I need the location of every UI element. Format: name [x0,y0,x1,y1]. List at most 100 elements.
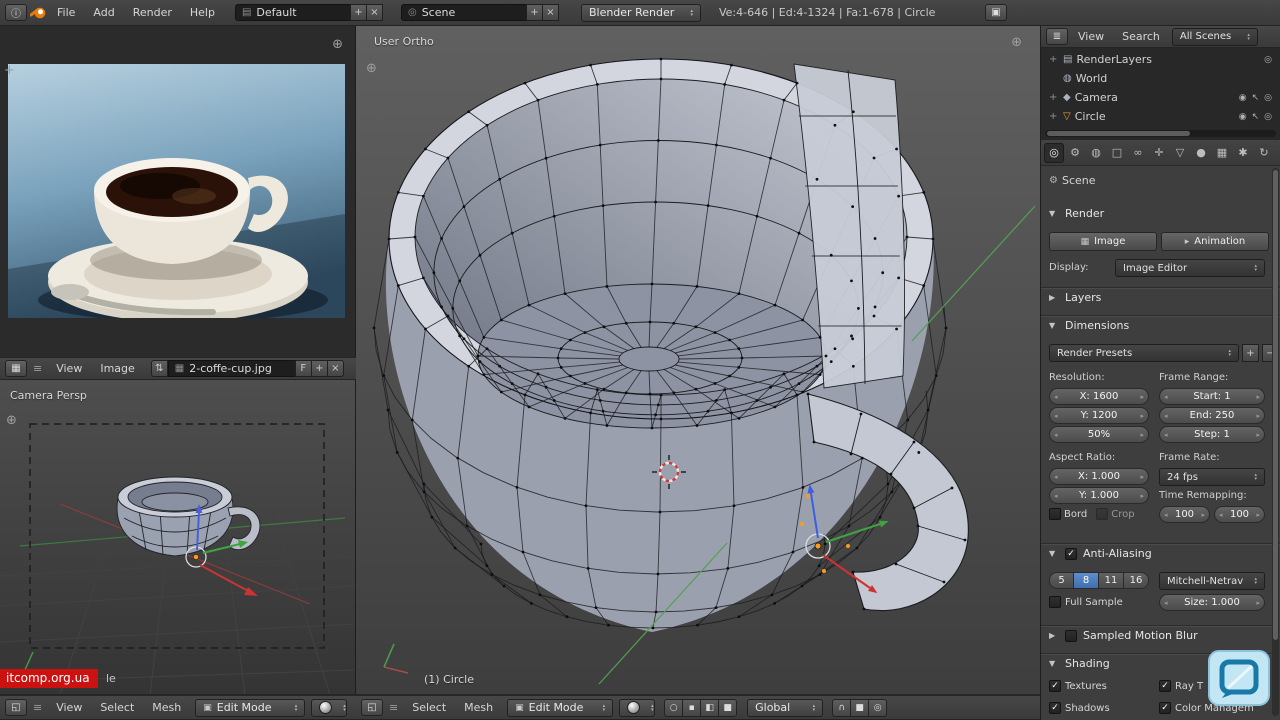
viewport-shading-dropdown[interactable] [619,698,656,717]
render-engine-dropdown[interactable]: Blender Render [580,3,701,22]
outliner-row-renderlayers[interactable]: + ▤ RenderLayers ◎ [1041,50,1280,69]
header-collapse-icon[interactable]: ≡ [385,699,402,716]
add-preset-button[interactable]: + [1242,344,1259,362]
tab-particles[interactable]: ✱ [1233,143,1253,163]
fps-dropdown[interactable]: 24 fps [1159,468,1265,486]
render-preview-button[interactable]: ◎ [868,698,888,717]
resolution-y-field[interactable]: Y: 1200 [1049,407,1149,424]
outliner-row-camera[interactable]: + ◆ Camera ◉ ↖ ◎ [1041,88,1280,107]
face-select-button[interactable]: ■ [718,698,738,717]
proportional-editing-button[interactable]: ○ [664,698,684,717]
panel-header-antialiasing[interactable]: ▼ Anti-Aliasing [1041,544,1280,562]
resolution-x-field[interactable]: X: 1600 [1049,388,1149,405]
header-collapse-icon[interactable]: ≡ [29,699,46,716]
delete-layout-button[interactable]: × [365,4,383,21]
panel-header-dimensions[interactable]: ▼ Dimensions [1041,316,1280,334]
border-checkbox[interactable] [1049,508,1061,520]
display-mode-dropdown[interactable]: All Scenes [1171,27,1258,46]
panel-header-render[interactable]: ▼ Render [1041,204,1280,222]
aa-size-field[interactable]: Size: 1.000 [1159,594,1265,611]
aspect-x-field[interactable]: X: 1.000 [1049,468,1149,485]
tab-material[interactable]: ● [1191,143,1211,163]
fake-user-button[interactable]: F [294,360,312,377]
unlink-image-button[interactable]: × [326,360,344,377]
full-sample-checkbox[interactable] [1049,596,1061,608]
menu-search[interactable]: Search [1114,28,1168,45]
editor-type-button-image[interactable]: ▦ [5,360,27,377]
add-image-button[interactable]: + [310,360,328,377]
tab-scene[interactable]: ⚙ [1065,143,1085,163]
remap-new-field[interactable]: 100 [1214,506,1265,523]
color-management-checkbox[interactable] [1159,702,1171,714]
outliner-row-circle[interactable]: + ▽ Circle ◉ ↖ ◎ [1041,107,1280,126]
image-name-field[interactable]: ▦ 2-coffe-cup.jpg [167,360,296,377]
add-scene-button[interactable]: + [525,4,543,21]
motion-blur-checkbox[interactable] [1065,629,1077,642]
frame-step-field[interactable]: Step: 1 [1159,426,1265,443]
main-viewport-canvas[interactable] [356,26,1040,695]
render-toggle-icon[interactable]: ◎ [1264,112,1272,122]
tab-render[interactable]: ◎ [1044,142,1064,163]
panel-header-layers[interactable]: ▶ Layers [1041,288,1280,306]
header-collapse-icon[interactable]: ≡ [29,360,46,377]
delete-scene-button[interactable]: × [541,4,559,21]
render-animation-button[interactable]: ▸ Animation [1161,232,1269,251]
expand-icon[interactable]: + [1049,111,1059,122]
scrollbar-thumb[interactable] [1273,170,1278,640]
ray-tracing-checkbox[interactable] [1159,680,1171,692]
tab-constraints[interactable]: ∞ [1128,143,1148,163]
menu-view[interactable]: View [48,699,90,716]
selectability-icon[interactable]: ↖ [1252,93,1260,103]
aa-filter-dropdown[interactable]: Mitchell-Netrav [1159,572,1265,590]
aa-samples-16-button[interactable]: 16 [1124,572,1149,589]
aa-samples-11-button[interactable]: 11 [1099,572,1124,589]
tab-texture[interactable]: ▦ [1212,143,1232,163]
scene-selector[interactable]: ◎ Scene [400,4,527,21]
main-viewport-area[interactable]: User Ortho ⊕ ⊕ (1) Circle [356,26,1040,695]
frame-start-field[interactable]: Start: 1 [1159,388,1265,405]
occlude-geometry-button[interactable]: ■ [850,698,870,717]
add-region-icon[interactable]: ⊕ [366,62,377,75]
menu-render[interactable]: Render [125,4,180,21]
mode-dropdown[interactable]: ▣ Edit Mode [195,698,306,717]
tab-modifiers[interactable]: ✛ [1149,143,1169,163]
aa-samples-8-button[interactable]: 8 [1074,572,1099,589]
aa-samples-5-button[interactable]: 5 [1049,572,1074,589]
edge-select-button[interactable]: ◧ [700,698,720,717]
mode-dropdown[interactable]: ▣ Edit Mode [507,698,614,717]
add-region-icon[interactable]: ⊕ [332,38,343,51]
screen-layout-selector[interactable]: ▤ Default [234,4,351,21]
menu-view[interactable]: View [1070,28,1112,45]
aspect-y-field[interactable]: Y: 1.000 [1049,487,1149,504]
expand-icon[interactable]: + [1049,92,1059,103]
editor-type-button-outliner[interactable]: ≣ [1046,28,1068,45]
tab-world[interactable]: ◍ [1086,143,1106,163]
frame-end-field[interactable]: End: 250 [1159,407,1265,424]
crop-checkbox[interactable] [1096,508,1109,520]
shadows-checkbox[interactable] [1049,702,1061,714]
viewport-shading-dropdown[interactable] [311,698,348,717]
render-presets-dropdown[interactable]: Render Presets [1049,344,1239,362]
tab-object-data[interactable]: ▽ [1170,143,1190,163]
visibility-eye-icon[interactable]: ◉ [1239,112,1247,122]
menu-mesh[interactable]: Mesh [456,699,501,716]
render-toggle-icon[interactable]: ◎ [1264,55,1272,65]
expand-icon[interactable]: + [1049,54,1059,65]
visibility-eye-icon[interactable]: ◉ [1239,93,1247,103]
render-toggle-icon[interactable]: ◎ [1264,93,1272,103]
menu-add[interactable]: Add [85,4,122,21]
snap-button[interactable]: ∩ [832,698,852,717]
vertical-scrollbar[interactable] [1272,168,1279,716]
camera-viewport-area[interactable]: Camera Persp ⊕ [0,380,356,695]
antialiasing-checkbox[interactable] [1065,547,1077,560]
tab-physics[interactable]: ↻ [1254,143,1274,163]
menu-file[interactable]: File [49,4,83,21]
menu-image[interactable]: Image [92,360,142,377]
transform-orientation-dropdown[interactable]: Global [747,698,824,717]
menu-select[interactable]: Select [92,699,142,716]
add-region-icon[interactable]: ⊕ [6,414,17,427]
add-region-icon[interactable]: ⊕ [1011,36,1022,49]
scrollbar-thumb[interactable] [1047,131,1191,136]
vertex-select-button[interactable]: ▪ [682,698,702,717]
menu-view[interactable]: View [48,360,90,377]
